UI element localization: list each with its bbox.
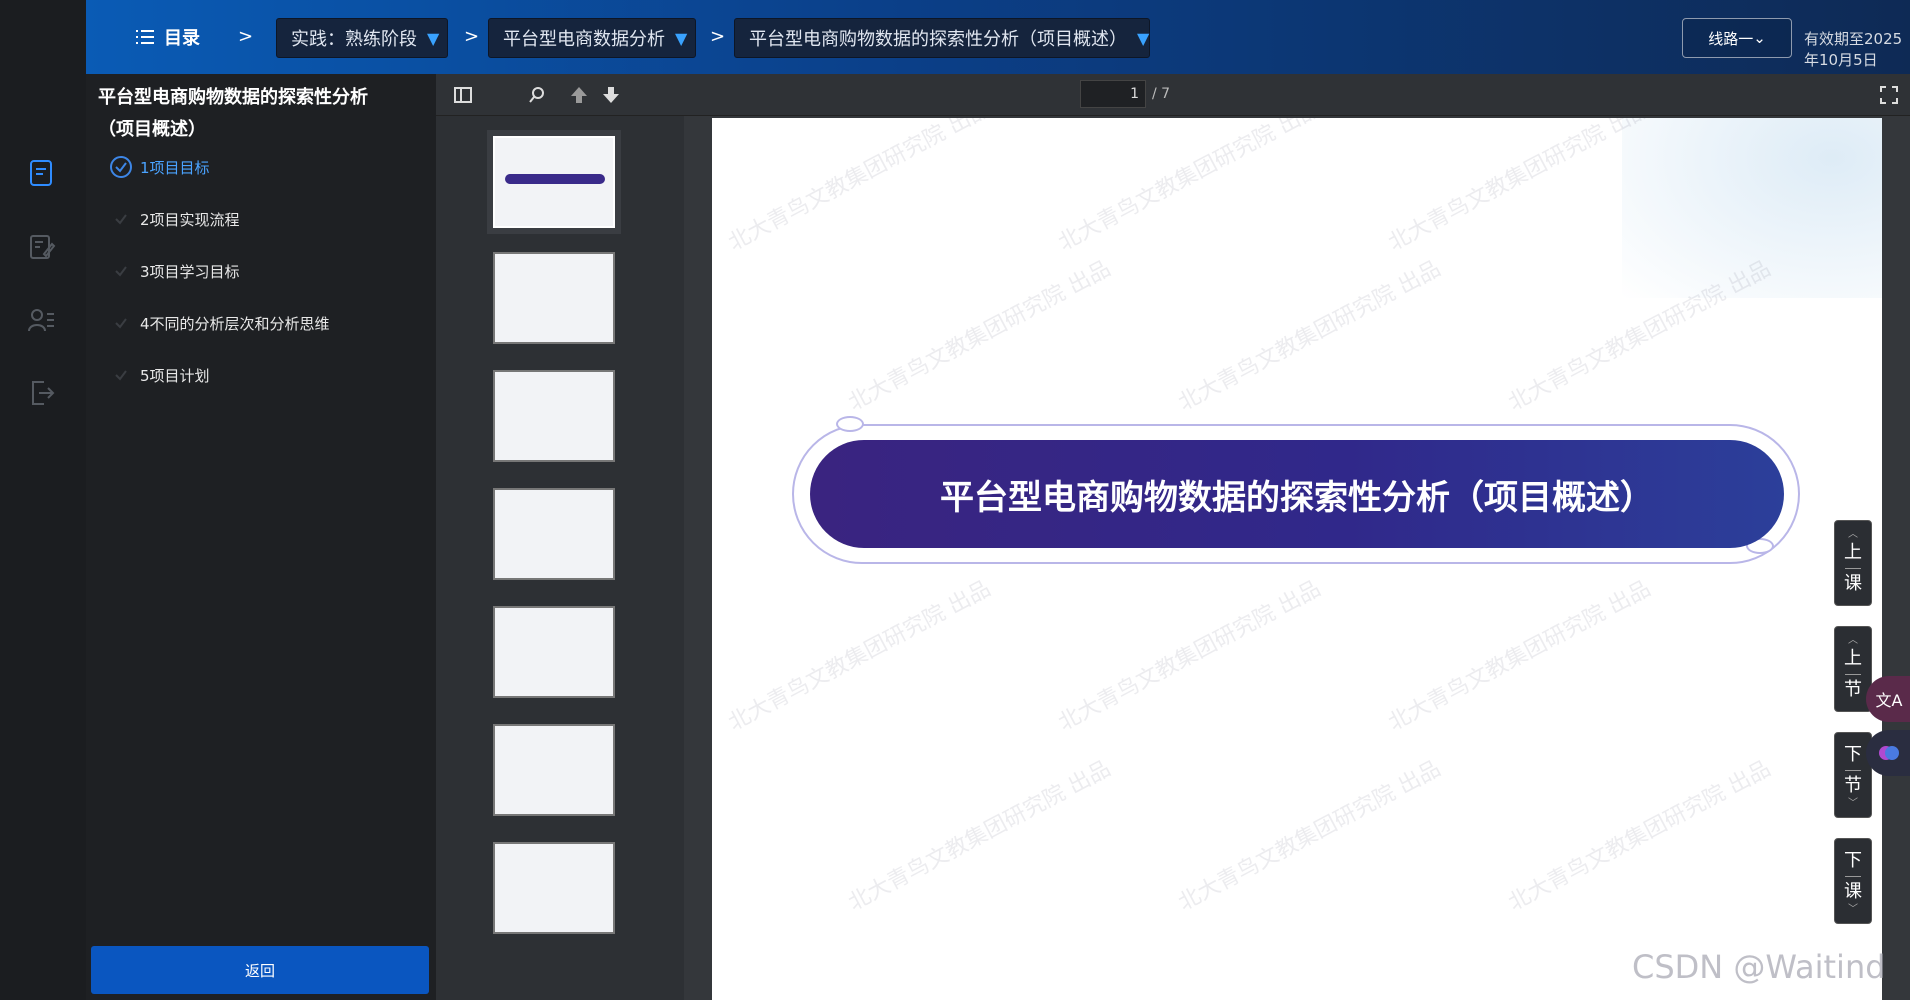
divider [1845,875,1861,877]
watermark: 北大青鸟文教集团研究院 出品 [1384,576,1655,737]
prev-lesson-label-1: 上 [1844,541,1862,563]
thumbnail-page-5[interactable] [493,606,615,698]
caret-down-icon: ▼ [1137,28,1150,48]
chevron-down-icon: ﹀ [1848,797,1858,809]
brain-icon[interactable] [1866,730,1910,776]
divider [1845,567,1861,569]
watermark: 北大青鸟文教集团研究院 出品 [1174,756,1445,917]
pdf-toolbar: / 7 [436,74,1910,116]
divider [1845,769,1861,771]
breadcrumb-separator: > [710,26,726,47]
toc-label: 目录 [164,28,200,49]
caret-down-icon: ▼ [675,28,688,48]
page-number-input[interactable] [1080,80,1146,108]
thumbnail-page-2[interactable] [493,252,615,344]
chevron-down-icon: ﹀ [1848,903,1858,915]
lesson-outline-panel: 平台型电商购物数据的探索性分析（项目概述） 1项目目标 2项目实现流程 3项目学… [86,74,436,1000]
watermark: 北大青鸟文教集团研究院 出品 [1054,576,1325,737]
breadcrumb-separator: > [238,26,254,47]
lesson-item-2[interactable]: 2项目实现流程 [110,208,240,230]
watermark: 北大青鸟文教集团研究院 出品 [724,118,995,257]
slide-title: 平台型电商购物数据的探索性分析（项目概述） [940,477,1654,518]
validity-text: 有效期至2025年10月5日 [1804,30,1903,69]
brain-glyph [1879,746,1899,760]
thumbnail-page-7[interactable] [493,842,615,934]
lesson-label: 3项目学习目标 [140,262,240,281]
list-icon [136,30,154,44]
toc-button[interactable]: 目录 [136,24,200,50]
course-outline-icon[interactable] [24,156,58,190]
lesson-item-1[interactable]: 1项目目标 [110,156,210,178]
document-canvas: 北大青鸟文教集团研究院 出品 北大青鸟文教集团研究院 出品 北大青鸟文教集团研究… [684,116,1910,1000]
back-button[interactable]: 返回 [91,946,429,994]
search-icon[interactable] [524,82,550,108]
lesson-item-3[interactable]: 3项目学习目标 [110,260,240,282]
watermark: 北大青鸟文教集团研究院 出品 [844,756,1115,917]
lesson-label: 1项目目标 [140,158,210,177]
breadcrumb-stage-select[interactable]: 实践：熟练阶段 ▼ [276,18,448,58]
breadcrumb-stage-label: 实践：熟练阶段 [291,29,417,50]
prev-lesson-button[interactable]: ︿ 上 课 [1834,520,1872,606]
route-label: 线路一 [1708,29,1754,48]
breadcrumb-lesson-label: 平台型电商购物数据的探索性分析（项目概述） [749,29,1127,50]
thumbnail-panel [436,116,684,1000]
next-section-label-2: 节 [1844,774,1862,796]
chevron-down-icon: ⌄ [1753,29,1766,47]
next-lesson-button[interactable]: 下 课 ﹀ [1834,838,1872,924]
previous-page-icon[interactable] [566,82,592,108]
watermark: 北大青鸟文教集团研究院 出品 [1384,118,1655,257]
lesson-label: 2项目实现流程 [140,210,240,229]
watermark: 北大青鸟文教集团研究院 出品 [724,576,995,737]
next-lesson-label-2: 课 [1844,880,1862,902]
slide-page: 北大青鸟文教集团研究院 出品 北大青鸟文教集团研究院 出品 北大青鸟文教集团研究… [712,118,1882,1000]
watermark: 北大青鸟文教集团研究院 出品 [1174,256,1445,417]
breadcrumb-course-label: 平台型电商数据分析 [503,29,665,50]
prev-section-label-1: 上 [1844,647,1862,669]
route-select-button[interactable]: 线路一 ⌄ [1682,18,1792,58]
thumbnail-page-6[interactable] [493,724,615,816]
next-lesson-label-1: 下 [1844,849,1862,871]
next-page-icon[interactable] [598,82,624,108]
check-circle-icon [110,156,132,178]
watermark: 北大青鸟文教集团研究院 出品 [1054,118,1325,257]
fullscreen-icon[interactable] [1876,82,1902,108]
check-circle-icon [110,364,132,386]
notes-edit-icon[interactable] [24,230,58,264]
students-list-icon[interactable] [24,304,58,338]
divider [1845,673,1861,675]
translate-icon[interactable]: ⽂A [1866,676,1910,722]
chevron-up-icon: ︿ [1848,528,1858,540]
breadcrumb-course-select[interactable]: 平台型电商数据分析 ▼ [488,18,696,58]
chevron-up-icon: ︿ [1848,634,1858,646]
check-circle-icon [110,312,132,334]
next-section-label-1: 下 [1844,743,1862,765]
left-icon-rail [0,0,86,1000]
thumbnail-title-bar [505,174,605,184]
banner-dot [836,416,864,432]
watermark: 北大青鸟文教集团研究院 出品 [844,256,1115,417]
check-circle-icon [110,260,132,282]
prev-lesson-label-2: 课 [1844,572,1862,594]
top-header: 目录 > 实践：熟练阶段 ▼ > 平台型电商数据分析 ▼ > 平台型电商购物数据… [86,0,1910,74]
caret-down-icon: ▼ [427,28,440,48]
slide-title-banner: 平台型电商购物数据的探索性分析（项目概述） [810,440,1784,548]
prev-section-label-2: 节 [1844,678,1862,700]
thumbnail-page-4[interactable] [493,488,615,580]
lesson-item-5[interactable]: 5项目计划 [110,364,210,386]
lesson-item-4[interactable]: 4不同的分析层次和分析思维 [110,312,330,334]
lesson-label: 5项目计划 [140,366,210,385]
exit-icon[interactable] [24,376,58,410]
lesson-label: 4不同的分析层次和分析思维 [140,314,330,333]
page-count: / 7 [1152,86,1171,102]
breadcrumb-lesson-select[interactable]: 平台型电商购物数据的探索性分析（项目概述） ▼ [734,18,1150,58]
check-circle-icon [110,208,132,230]
credit-watermark: CSDN @Waitind [1632,948,1886,986]
sidebar-toggle-icon[interactable] [448,82,478,108]
thumbnail-page-1[interactable] [493,136,615,228]
outline-title: 平台型电商购物数据的探索性分析（项目概述） [98,87,368,140]
thumbnail-page-3[interactable] [493,370,615,462]
watermark: 北大青鸟文教集团研究院 出品 [1504,756,1775,917]
breadcrumb-separator: > [464,26,480,47]
